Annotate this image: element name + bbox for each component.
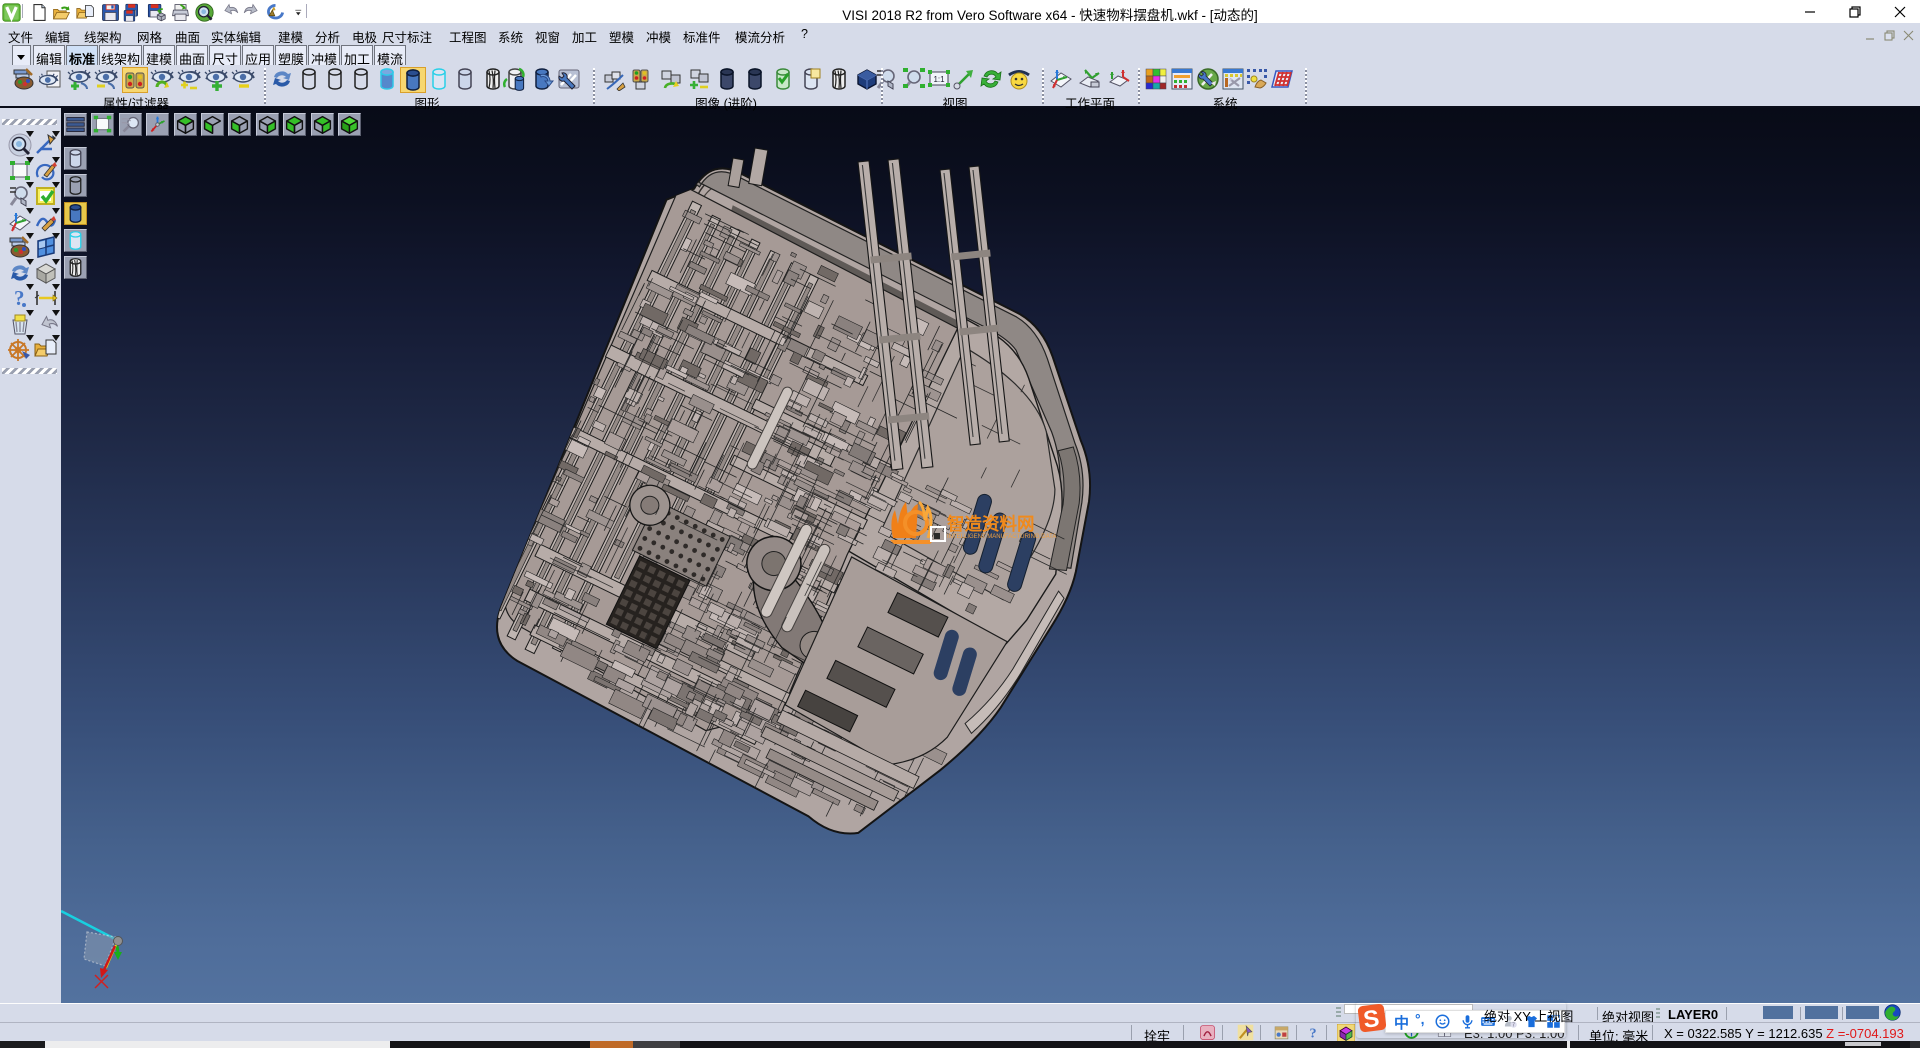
svg-text:?: ?	[1310, 1025, 1317, 1041]
svg-text:INTELLIGENT MANUFACTURING DATA: INTELLIGENT MANUFACTURING DATA	[947, 534, 1056, 540]
svg-text:S: S	[1362, 1005, 1381, 1033]
svg-text:1:1: 1:1	[933, 75, 945, 84]
svg-text:智造资料网: 智造资料网	[947, 514, 1035, 534]
